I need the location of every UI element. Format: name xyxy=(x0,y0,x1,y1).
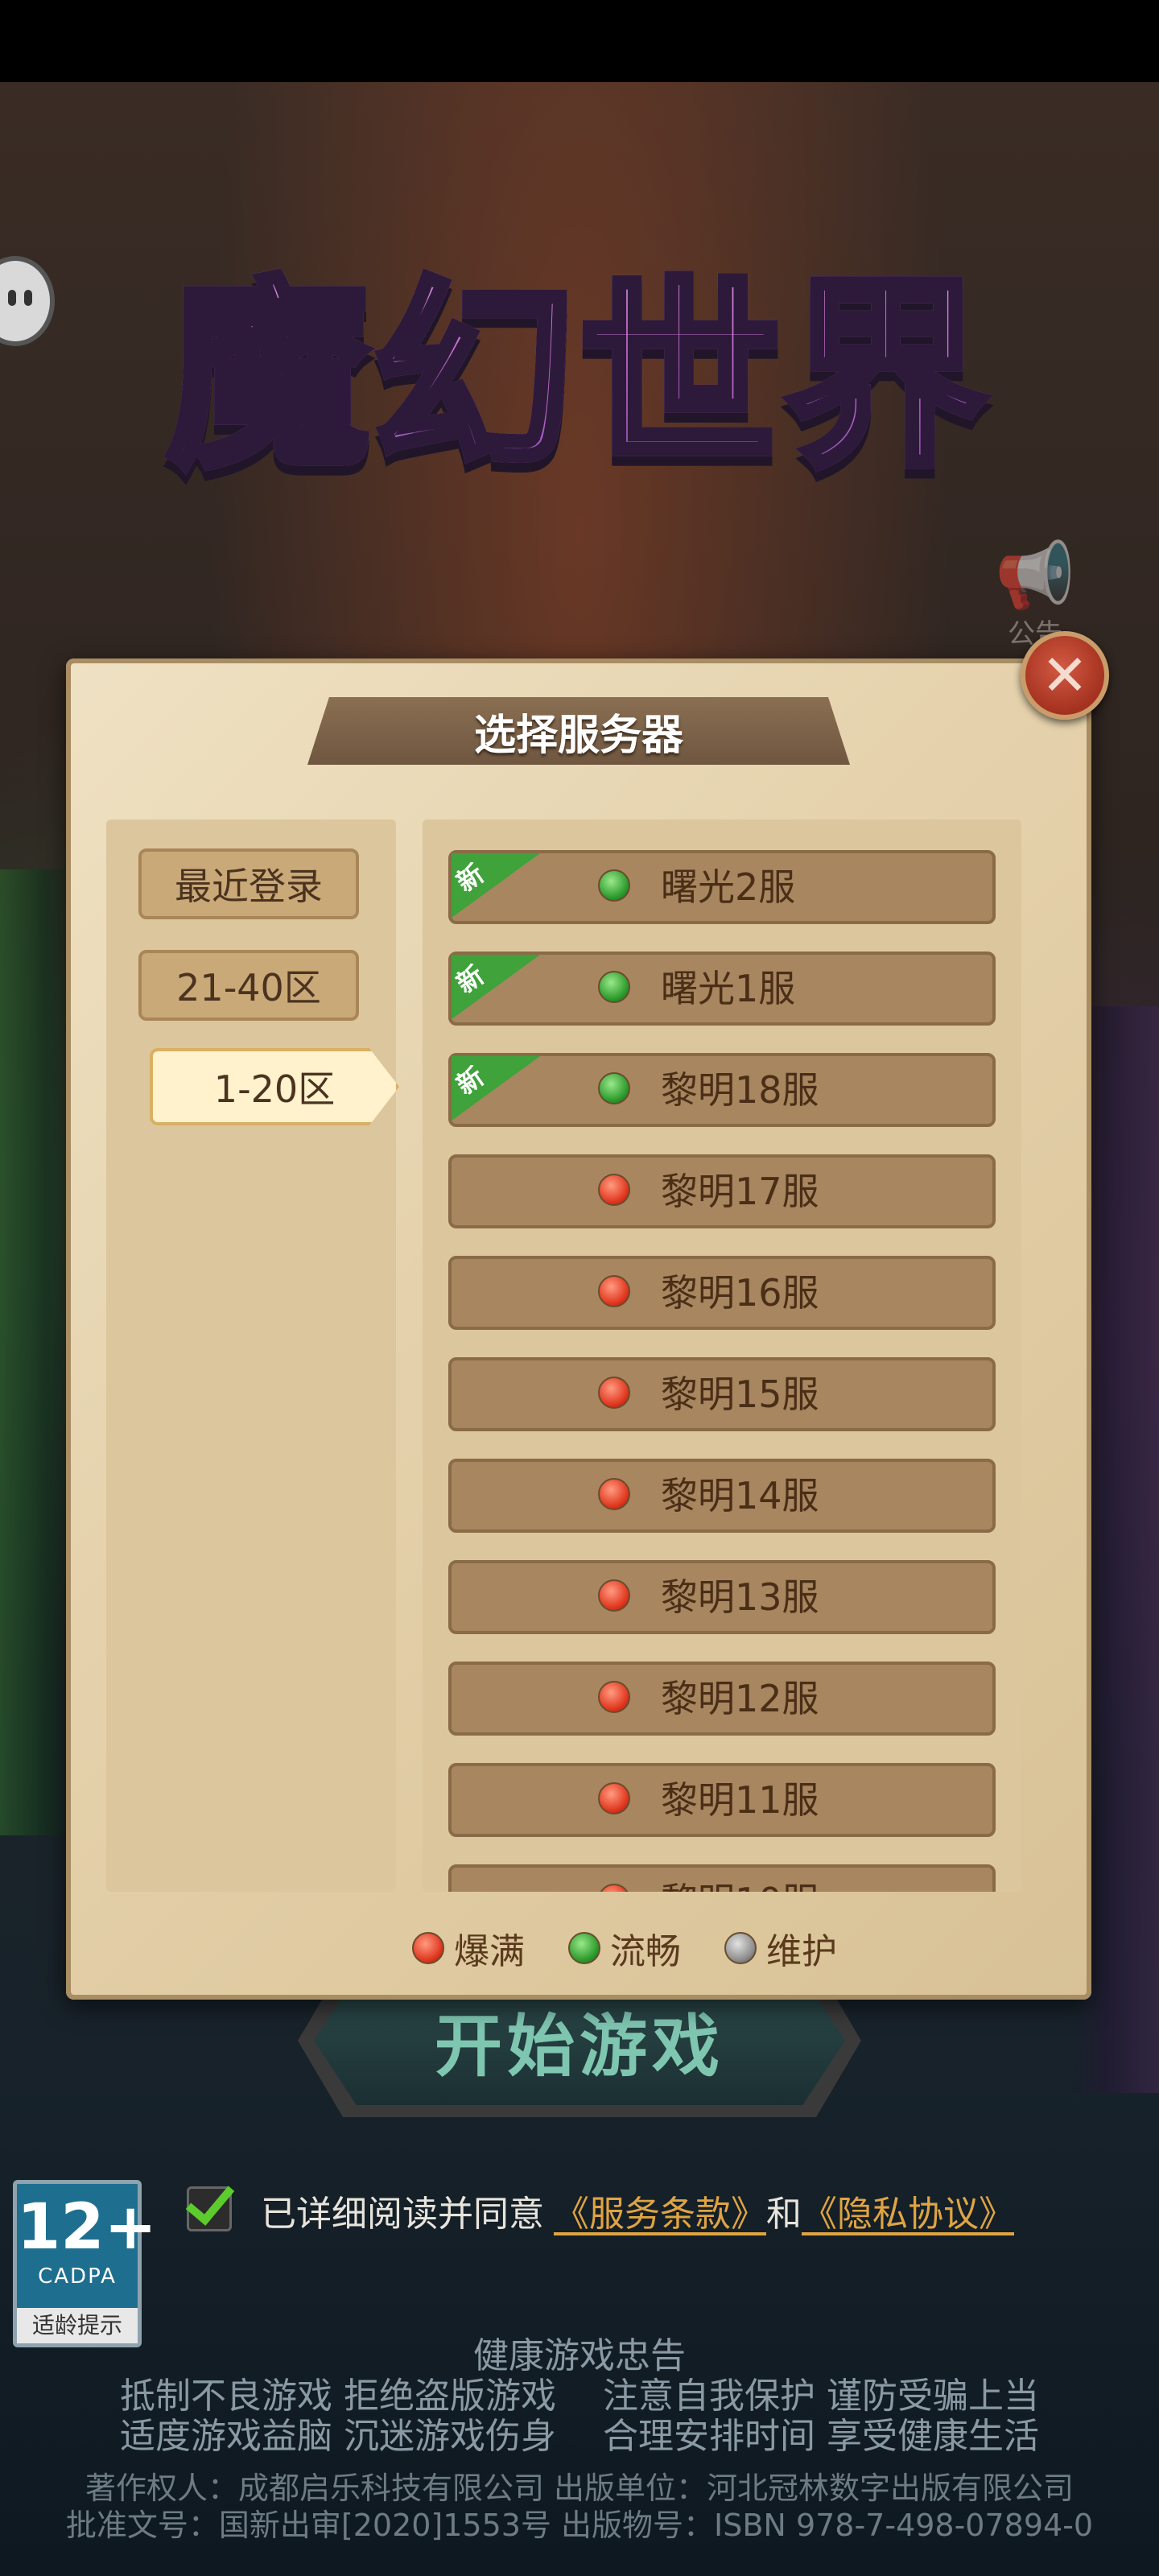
server-name: 曙光2服 xyxy=(661,865,796,909)
age-rating-org: CADPA xyxy=(38,2264,117,2289)
server-item[interactable]: 黎明16服 xyxy=(448,1256,996,1330)
server-item[interactable]: 黎明10服 xyxy=(448,1864,996,1892)
megaphone-icon: 📢 xyxy=(995,538,1075,613)
status-dot-icon xyxy=(598,1174,630,1206)
legend-item-full: 爆满 xyxy=(412,1922,525,1974)
age-rating-badge[interactable]: 12+ CADPA 适龄提示 xyxy=(13,2180,157,2347)
zone-label: 最近登录 xyxy=(175,865,323,908)
copyright-line: 批准文号：国新出审[2020]1553号 出版物号：ISBN 978-7-498… xyxy=(65,2508,1094,2543)
server-name: 黎明12服 xyxy=(661,1677,819,1720)
server-name: 黎明15服 xyxy=(661,1373,819,1416)
status-dot-icon xyxy=(598,1072,630,1104)
health-notice: 健康游戏忠告 抵制不良游戏 拒绝盗版游戏 注意自我保护 谨防受骗上当 适度游戏益… xyxy=(0,2336,1159,2457)
server-item[interactable]: 黎明14服 xyxy=(448,1459,996,1533)
server-item[interactable]: 新 曙光1服 xyxy=(448,952,996,1026)
zone-item-1-20[interactable]: 1-20区 xyxy=(150,1048,399,1125)
health-notice-line: 抵制不良游戏 拒绝盗版游戏 注意自我保护 谨防受骗上当 xyxy=(120,2376,1039,2417)
server-name: 黎明11服 xyxy=(661,1778,819,1822)
server-name: 曙光1服 xyxy=(661,967,796,1010)
server-list[interactable]: 新 曙光2服 新 曙光1服 新 黎明18服 黎明17服 黎明16服 黎明15服 xyxy=(423,819,1021,1892)
new-badge: 新 xyxy=(452,853,540,918)
agreement-and: 和 xyxy=(766,2194,802,2235)
health-notice-line: 适度游戏益脑 沉迷游戏伤身 合理安排时间 享受健康生活 xyxy=(120,2416,1039,2457)
zone-list: 最近登录 21-40区 1-20区 xyxy=(106,819,399,1892)
server-name: 黎明16服 xyxy=(661,1271,819,1315)
zone-item-recent[interactable]: 最近登录 xyxy=(138,848,359,919)
server-item[interactable]: 新 曙光2服 xyxy=(448,850,996,924)
status-dot-icon xyxy=(598,1275,630,1307)
status-dot-icon xyxy=(598,869,630,902)
status-dot-icon xyxy=(598,971,630,1003)
gray-dot-icon xyxy=(724,1932,757,1964)
age-rating-value: 12+ xyxy=(17,2191,157,2264)
new-badge: 新 xyxy=(452,955,540,1019)
notice-button[interactable]: 📢 公告 xyxy=(987,538,1083,651)
new-badge: 新 xyxy=(452,1056,540,1121)
server-name: 黎明18服 xyxy=(661,1068,819,1112)
server-item[interactable]: 黎明17服 xyxy=(448,1154,996,1228)
status-dot-icon xyxy=(598,1681,630,1713)
server-select-dialog: 选择服务器 最近登录 21-40区 1-20区 新 曙光2服 新 曙光1服 新 … xyxy=(66,658,1091,2000)
close-icon: ✕ xyxy=(1041,642,1089,708)
zone-item-21-40[interactable]: 21-40区 xyxy=(138,950,359,1021)
green-dot-icon xyxy=(568,1932,600,1964)
server-name: 黎明10服 xyxy=(661,1868,819,1892)
agreement-prefix: 已详细阅读并同意 xyxy=(261,2194,544,2235)
agreement-line: 已详细阅读并同意 《服务条款》 和 《隐私协议》 xyxy=(185,2183,1014,2238)
server-item[interactable]: 黎明13服 xyxy=(448,1560,996,1634)
game-title-logo: 魔幻世界 xyxy=(129,205,1030,511)
red-dot-icon xyxy=(412,1932,444,1964)
zone-label: 1-20区 xyxy=(213,1067,336,1111)
server-item[interactable]: 黎明11服 xyxy=(448,1763,996,1837)
terms-link[interactable]: 《服务条款》 xyxy=(554,2185,766,2236)
background-character-left xyxy=(0,869,76,1835)
privacy-link[interactable]: 《隐私协议》 xyxy=(802,2185,1014,2236)
server-name: 黎明14服 xyxy=(661,1474,819,1517)
status-dot-icon xyxy=(598,1884,630,1892)
status-dot-icon xyxy=(598,1579,630,1612)
server-name: 黎明13服 xyxy=(661,1575,819,1619)
health-notice-title: 健康游戏忠告 xyxy=(473,2335,686,2376)
legend-item-maintenance: 维护 xyxy=(724,1922,837,1974)
copyright-line: 著作权人：成都启乐科技有限公司 出版单位：河北冠林数字出版有限公司 xyxy=(85,2471,1074,2506)
server-name: 黎明17服 xyxy=(661,1170,819,1213)
copyright-info: 著作权人：成都启乐科技有限公司 出版单位：河北冠林数字出版有限公司 批准文号：国… xyxy=(0,2470,1159,2544)
server-item[interactable]: 黎明12服 xyxy=(448,1662,996,1736)
dialog-title: 选择服务器 xyxy=(473,711,683,760)
status-dot-icon xyxy=(598,1478,630,1510)
status-bar xyxy=(0,0,1159,82)
status-dot-icon xyxy=(598,1782,630,1814)
status-dot-icon xyxy=(598,1377,630,1409)
close-button[interactable]: ✕ xyxy=(1021,631,1109,720)
zone-label: 21-40区 xyxy=(176,966,321,1009)
legend-item-smooth: 流畅 xyxy=(568,1922,681,1974)
status-legend: 爆满 流畅 维护 xyxy=(412,1924,881,1972)
server-item[interactable]: 新 黎明18服 xyxy=(448,1053,996,1127)
server-item[interactable]: 黎明15服 xyxy=(448,1357,996,1431)
